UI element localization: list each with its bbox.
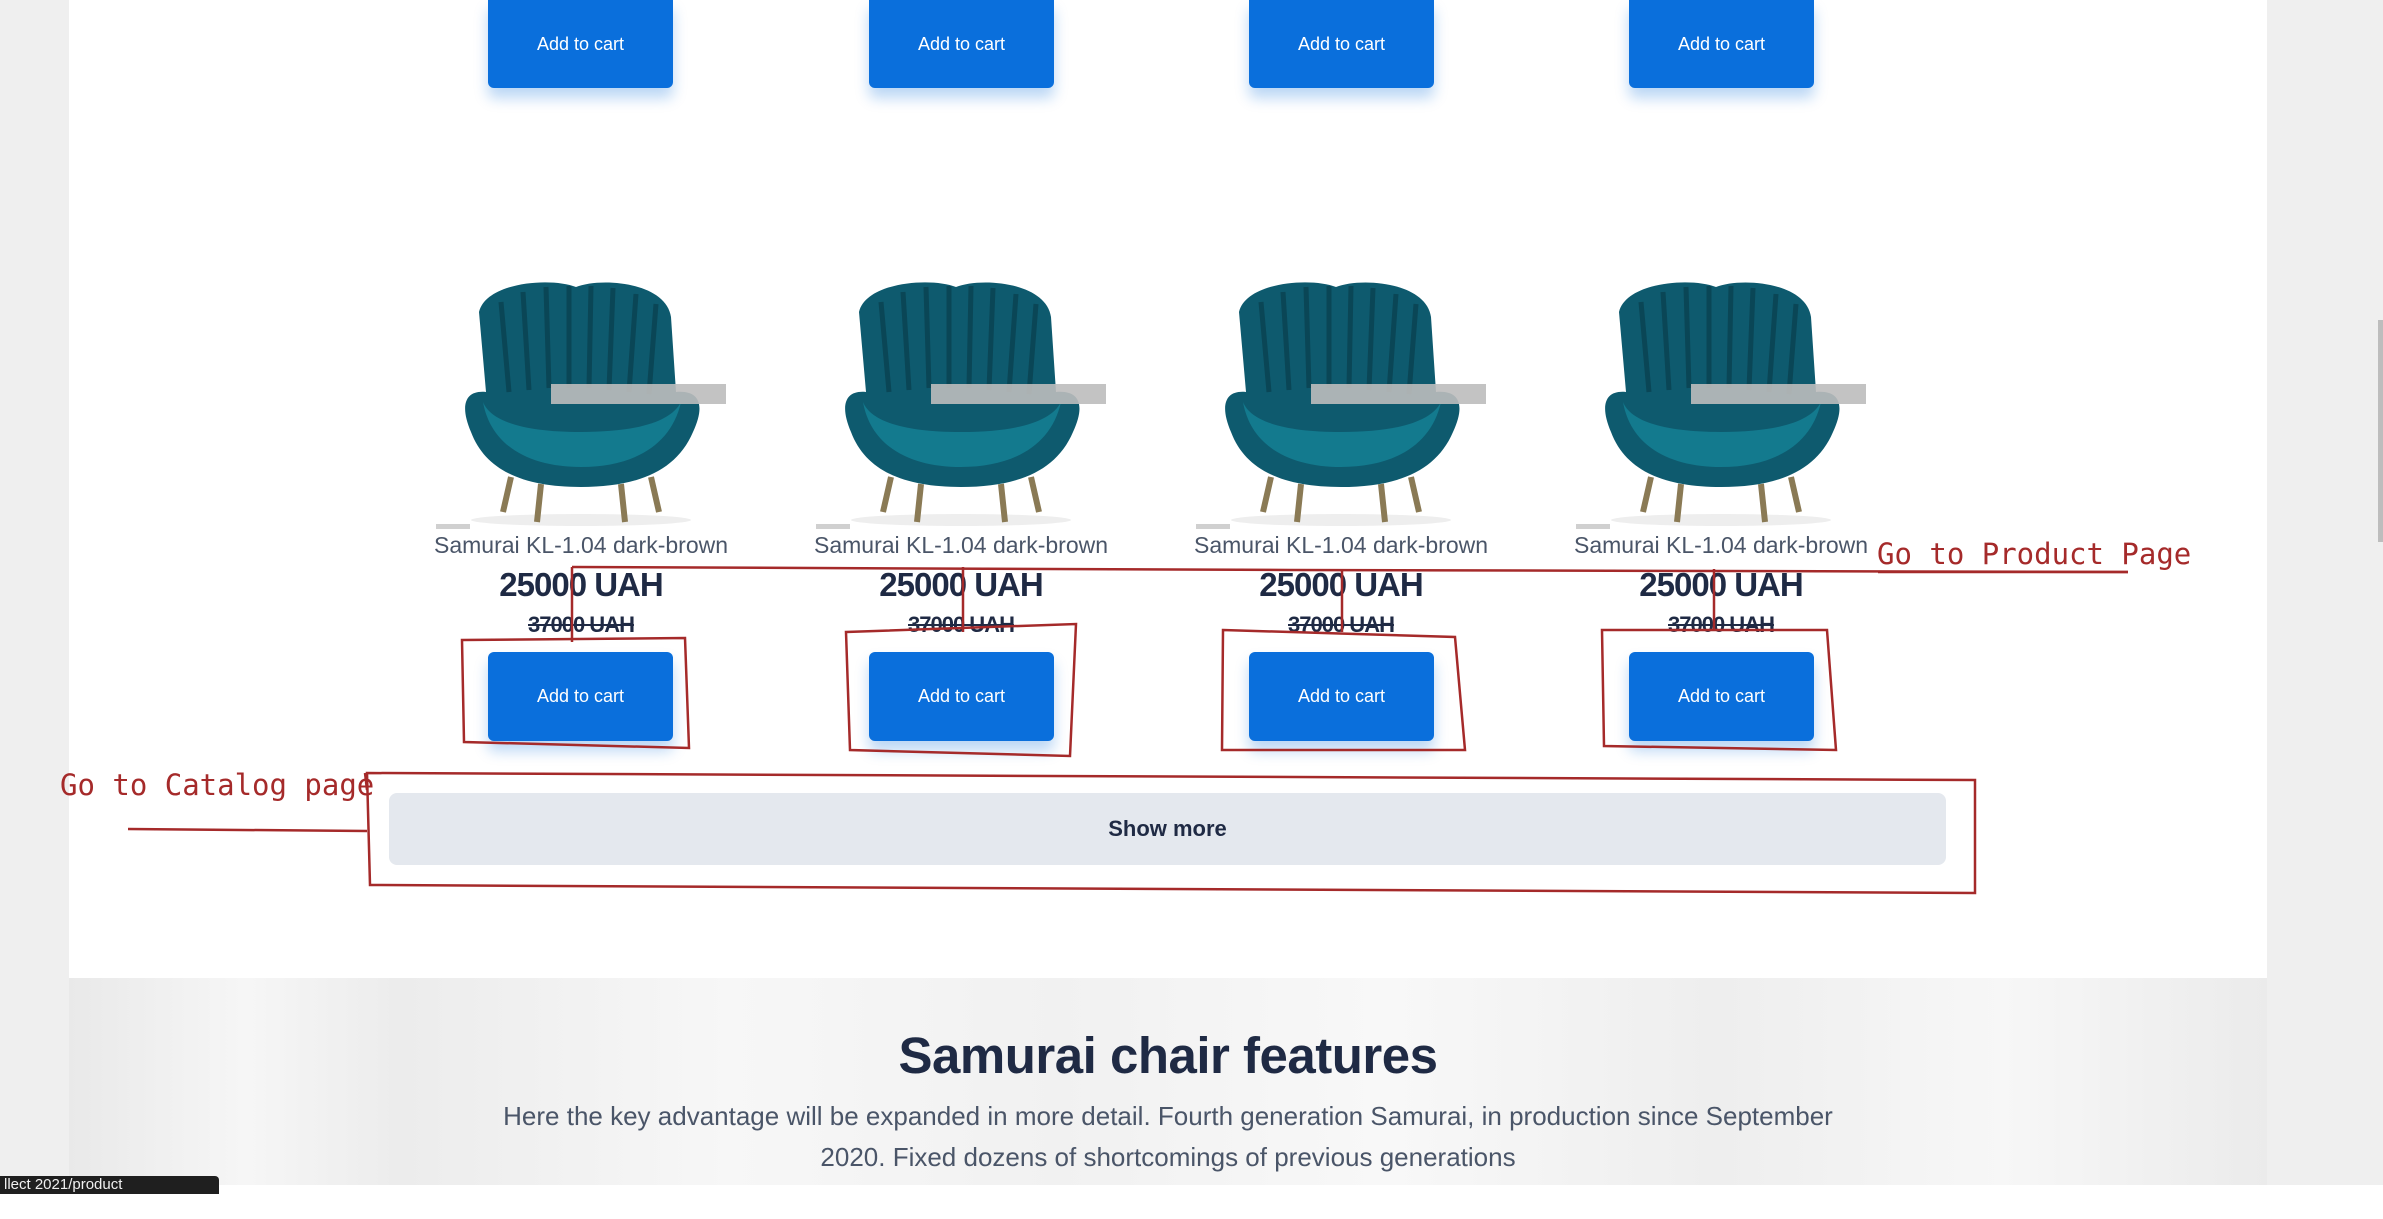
add-to-cart-button[interactable]: Add to cart <box>488 0 673 88</box>
product-name-link[interactable]: Samurai KL-1.04 dark-brown <box>411 532 751 559</box>
product-name-link[interactable]: Samurai KL-1.04 dark-brown <box>1171 532 1511 559</box>
product-price: 25000 UAH <box>879 566 1043 603</box>
product-image[interactable] <box>1571 272 1871 532</box>
add-to-cart-button[interactable]: Add to cart <box>1629 0 1814 88</box>
product-price: 25000 UAH <box>499 566 663 603</box>
add-to-cart-button[interactable]: Add to cart <box>1249 652 1434 741</box>
features-section: Samurai chair features Here the key adva… <box>69 978 2267 1185</box>
product-old-price: 37000 UAH <box>528 612 635 637</box>
annotation-catalog-page-label: Go to Catalog page <box>60 768 375 802</box>
page-content: Add to cart Add to cart Add to cart Add … <box>69 0 2267 1185</box>
add-to-cart-button[interactable]: Add to cart <box>869 652 1054 741</box>
add-to-cart-button[interactable]: Add to cart <box>1249 0 1434 88</box>
product-old-price: 37000 UAH <box>908 612 1015 637</box>
product-price: 25000 UAH <box>1259 566 1423 603</box>
product-old-price: 37000 UAH <box>1668 612 1775 637</box>
right-gutter <box>2267 0 2383 1185</box>
annotation-product-page-label: Go to Product Page <box>1877 537 2192 571</box>
add-to-cart-button[interactable]: Add to cart <box>1629 652 1814 741</box>
product-name-link[interactable]: Samurai KL-1.04 dark-brown <box>1551 532 1891 559</box>
add-to-cart-button[interactable]: Add to cart <box>869 0 1054 88</box>
product-image[interactable] <box>431 272 731 532</box>
product-image[interactable] <box>811 272 1111 532</box>
status-bar-url: llect 2021/product <box>0 1176 219 1194</box>
features-description: Here the key advantage will be expanded … <box>503 1101 1833 1172</box>
product-image[interactable] <box>1191 272 1491 532</box>
product-old-price: 37000 UAH <box>1288 612 1395 637</box>
add-to-cart-button[interactable]: Add to cart <box>488 652 673 741</box>
scrollbar-thumb[interactable] <box>2378 320 2383 542</box>
show-more-button[interactable]: Show more <box>389 793 1946 865</box>
bottom-area <box>0 1185 2383 1219</box>
features-title: Samurai chair features <box>898 1027 1438 1084</box>
product-name-link[interactable]: Samurai KL-1.04 dark-brown <box>791 532 1131 559</box>
product-price: 25000 UAH <box>1639 566 1803 603</box>
